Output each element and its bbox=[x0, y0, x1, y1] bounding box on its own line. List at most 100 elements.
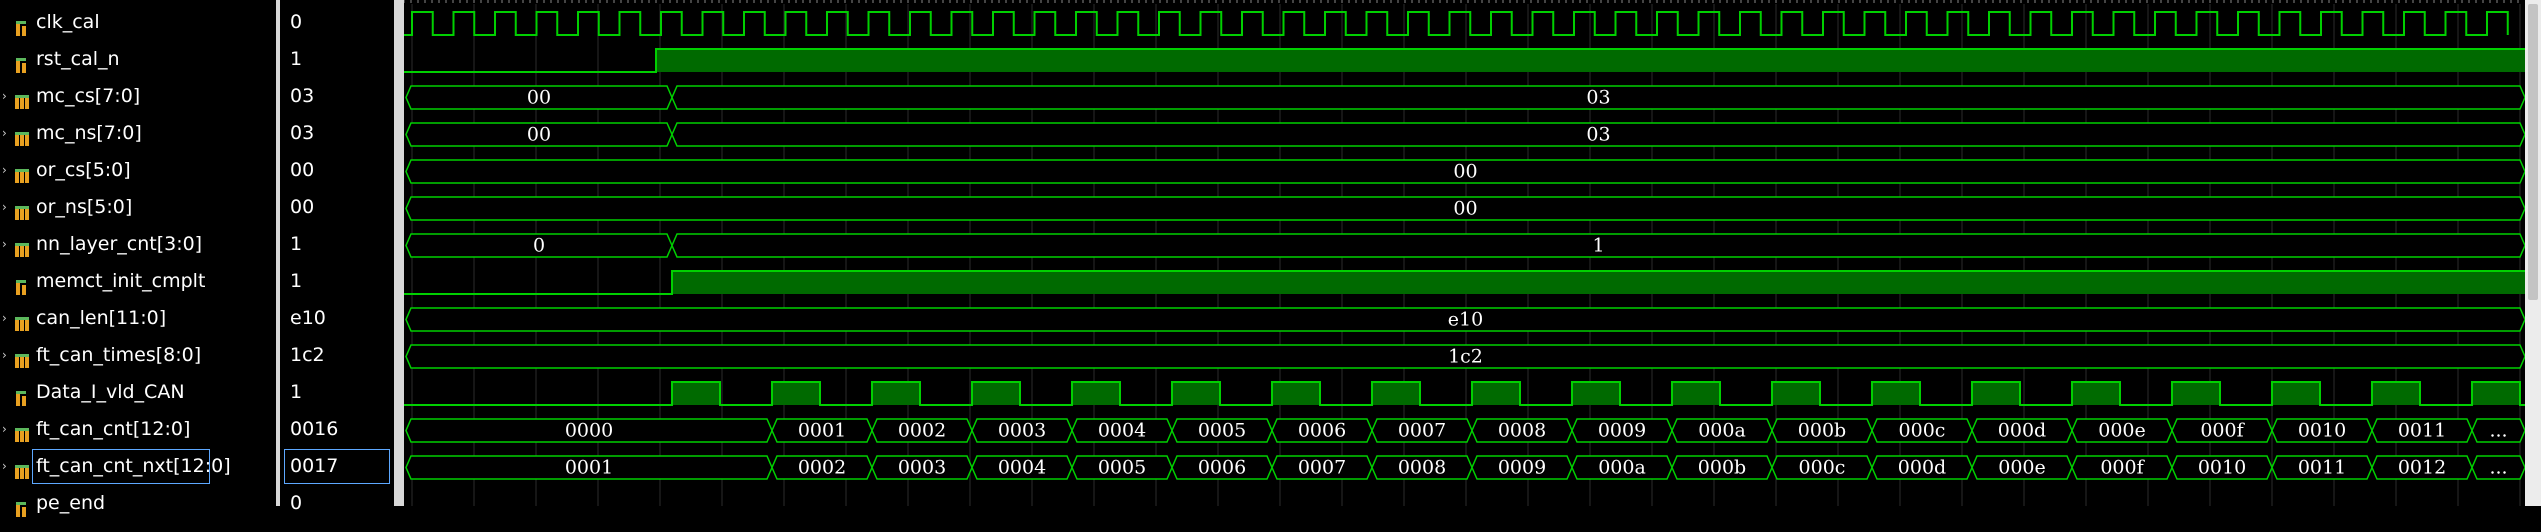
signal-name-panel: clk_cal rst_cal_n › mc_cs[7:0] › mc_ns[7:0] › o… bbox=[0, 0, 276, 517]
value-row[interactable]: 1 bbox=[280, 374, 394, 411]
panel-divider[interactable] bbox=[394, 0, 404, 506]
vld-pulse-fill bbox=[772, 382, 820, 405]
bus-value-label: 1 bbox=[1592, 235, 1604, 257]
expand-arrow-icon[interactable]: › bbox=[2, 189, 12, 226]
signal-value: 1c2 bbox=[290, 344, 325, 366]
bus-value-label: 000f bbox=[2100, 457, 2145, 479]
bus-value-label: 0005 bbox=[1098, 457, 1146, 479]
clk-waveform bbox=[404, 11, 2509, 36]
bus-value-label: 000f bbox=[2200, 420, 2245, 442]
value-row[interactable]: 00 bbox=[280, 189, 394, 226]
value-row[interactable]: 0017 bbox=[280, 448, 394, 485]
expand-arrow-icon[interactable]: › bbox=[2, 78, 12, 115]
vld-pulse-fill bbox=[1272, 382, 1320, 405]
bus-value-label: 000a bbox=[1598, 457, 1646, 479]
logic-signal-icon bbox=[14, 384, 32, 406]
bus-value-label: 000e bbox=[1998, 457, 2046, 479]
signal-name: can_len[11:0] bbox=[36, 307, 167, 329]
bus-value-label: 000c bbox=[1799, 457, 1846, 479]
rst-waveform-fill bbox=[656, 49, 2525, 72]
value-row[interactable]: 0 bbox=[280, 4, 394, 41]
bus-value-label: 0010 bbox=[2198, 457, 2246, 479]
vld-pulse-fill bbox=[1472, 382, 1520, 405]
bus-value-label: 000d bbox=[1998, 420, 2046, 442]
value-row[interactable]: 0 bbox=[280, 485, 394, 522]
value-row[interactable]: 03 bbox=[280, 78, 394, 115]
signal-row[interactable]: › or_cs[5:0] bbox=[0, 152, 276, 189]
signal-row[interactable]: pe_end bbox=[0, 485, 276, 522]
vld-pulse-fill bbox=[1972, 382, 2020, 405]
vld-pulse-fill bbox=[2072, 382, 2120, 405]
expand-arrow-icon[interactable]: › bbox=[2, 115, 12, 152]
bus-value-label: 000e bbox=[2098, 420, 2146, 442]
bus-value-label: 0009 bbox=[1598, 420, 1646, 442]
expand-arrow-icon[interactable]: › bbox=[2, 448, 12, 485]
bus-value-label: 0006 bbox=[1198, 457, 1246, 479]
bus-value-label: 0004 bbox=[1098, 420, 1146, 442]
signal-name: or_cs[5:0] bbox=[36, 159, 131, 181]
signal-row[interactable]: › ft_can_times[8:0] bbox=[0, 337, 276, 374]
signal-row[interactable]: › ft_can_cnt[12:0] bbox=[0, 411, 276, 448]
bus-value-label: 00 bbox=[527, 124, 551, 146]
signal-row[interactable]: rst_cal_n bbox=[0, 41, 276, 78]
signal-name: clk_cal bbox=[36, 11, 100, 33]
bus-value-label: 0 bbox=[533, 235, 545, 257]
expand-arrow-icon[interactable]: › bbox=[2, 300, 12, 337]
vld-pulse-fill bbox=[1072, 382, 1120, 405]
signal-value: 1 bbox=[290, 270, 303, 292]
value-row[interactable]: 00 bbox=[280, 152, 394, 189]
value-row[interactable]: 1 bbox=[280, 41, 394, 78]
logic-signal-icon bbox=[14, 14, 32, 36]
signal-value: 00 bbox=[290, 159, 315, 181]
signal-value: 0016 bbox=[290, 418, 339, 440]
bus-value-label: 0011 bbox=[2298, 457, 2346, 479]
bus-value-label: 0003 bbox=[998, 420, 1046, 442]
value-row[interactable]: 1 bbox=[280, 263, 394, 300]
signal-row[interactable]: › mc_ns[7:0] bbox=[0, 115, 276, 152]
signal-value: 03 bbox=[290, 85, 315, 107]
bus-value-label: 0003 bbox=[898, 457, 946, 479]
value-row[interactable]: 1c2 bbox=[280, 337, 394, 374]
expand-arrow-icon[interactable]: › bbox=[2, 411, 12, 448]
expand-arrow-icon[interactable]: › bbox=[2, 152, 12, 189]
bus-signal-icon bbox=[14, 162, 32, 183]
vld-pulse-fill bbox=[1172, 382, 1220, 405]
bus-value-label: 0008 bbox=[1498, 420, 1546, 442]
signal-row[interactable]: › ft_can_cnt_nxt[12:0] bbox=[0, 448, 276, 485]
expand-arrow-icon[interactable]: › bbox=[2, 226, 12, 263]
signal-row[interactable]: › or_ns[5:0] bbox=[0, 189, 276, 226]
waveform-panel[interactable]: 00 03 00 03 00 00 0 1 e10 1c2 0000 0001 0002 0003 0004… bbox=[403, 0, 2526, 517]
bus-signal-icon bbox=[14, 310, 32, 331]
bus-value-label: 1c2 bbox=[1448, 346, 1483, 368]
bus-value-label: 03 bbox=[1586, 124, 1610, 146]
vld-pulse-fill bbox=[2372, 382, 2420, 405]
vld-pulse-fill bbox=[972, 382, 1020, 405]
signal-row[interactable]: › can_len[11:0] bbox=[0, 300, 276, 337]
signal-row[interactable]: › nn_layer_cnt[3:0] bbox=[0, 226, 276, 263]
bus-value-label: 0004 bbox=[998, 457, 1046, 479]
vld-pulse-fill bbox=[2272, 382, 2320, 405]
signal-name: pe_end bbox=[36, 492, 106, 514]
value-row[interactable]: 03 bbox=[280, 115, 394, 152]
signal-row[interactable]: Data_I_vld_CAN bbox=[0, 374, 276, 411]
bus-signal-icon bbox=[14, 236, 32, 257]
signal-row[interactable]: › mc_cs[7:0] bbox=[0, 78, 276, 115]
signal-row[interactable]: memct_init_cmplt bbox=[0, 263, 276, 300]
vld-pulse-fill bbox=[1572, 382, 1620, 405]
scrollbar-thumb[interactable] bbox=[2528, 4, 2538, 300]
bus-value-label: 0012 bbox=[2398, 457, 2446, 479]
bus-value-label: 03 bbox=[1586, 87, 1610, 109]
value-row[interactable]: 0016 bbox=[280, 411, 394, 448]
vld-pulse-fill bbox=[1872, 382, 1920, 405]
waveform-canvas[interactable]: 00 0300 0300000 1e101c20000 0001 0002 0003 0004… bbox=[403, 0, 2526, 517]
signal-row[interactable]: clk_cal bbox=[0, 4, 276, 41]
vld-pulse-fill bbox=[672, 382, 720, 405]
signal-name: or_ns[5:0] bbox=[36, 196, 133, 218]
expand-arrow-icon[interactable]: › bbox=[2, 337, 12, 374]
value-row[interactable]: 1 bbox=[280, 226, 394, 263]
signal-name: nn_layer_cnt[3:0] bbox=[36, 233, 203, 255]
value-row[interactable]: e10 bbox=[280, 300, 394, 337]
bus-value-label: 0010 bbox=[2298, 420, 2346, 442]
signal-value: 1 bbox=[290, 48, 303, 70]
vld-pulse-fill bbox=[1772, 382, 1820, 405]
